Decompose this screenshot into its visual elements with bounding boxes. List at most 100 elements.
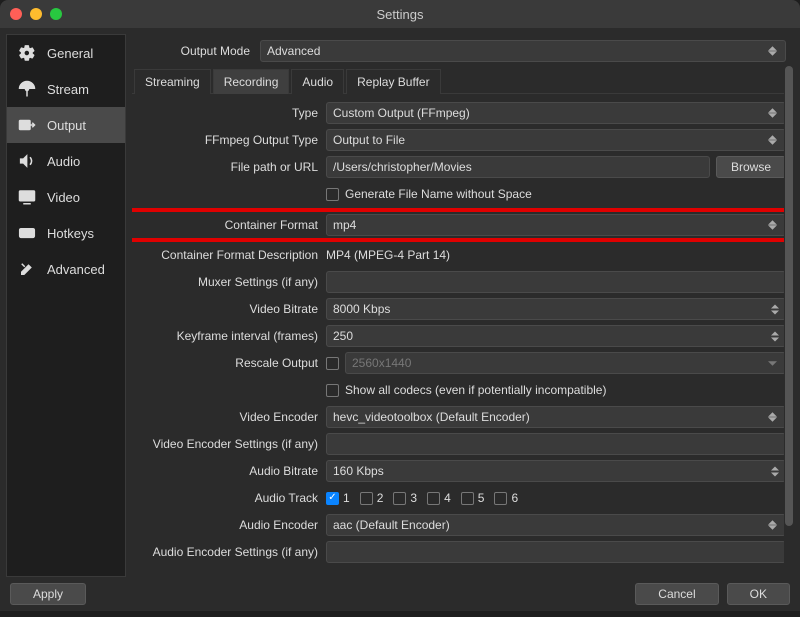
footer: Apply Cancel OK (0, 577, 800, 611)
sidebar-item-general[interactable]: General (7, 35, 125, 71)
row-video-encoder: Video Encoder hevc_videotoolbox (Default… (134, 406, 786, 428)
row-audio-enc-settings: Audio Encoder Settings (if any) (134, 541, 786, 563)
ffmpeg-output-type-select[interactable]: Output to File (326, 129, 786, 151)
sidebar-item-hotkeys[interactable]: Hotkeys (7, 215, 125, 251)
chevron-updown-icon (765, 46, 779, 56)
row-type: Type Custom Output (FFmpeg) (134, 102, 786, 124)
row-muxer: Muxer Settings (if any) (134, 271, 786, 293)
chevron-updown-icon (765, 520, 779, 530)
sidebar-item-output[interactable]: Output (7, 107, 125, 143)
chevron-down-icon (765, 361, 779, 366)
rescale-select[interactable]: 2560x1440 (345, 352, 786, 374)
tab-recording[interactable]: Recording (213, 69, 290, 94)
sidebar-item-audio[interactable]: Audio (7, 143, 125, 179)
row-container-desc: Container Format Description MP4 (MPEG-4… (134, 244, 786, 266)
audio-track-group: 1 2 3 4 5 6 (326, 491, 518, 505)
audio-track-3-checkbox[interactable] (393, 492, 406, 505)
chevron-updown-icon (765, 135, 779, 145)
sidebar-item-label: Audio (47, 154, 80, 169)
video-bitrate-input[interactable]: 8000 Kbps (326, 298, 786, 320)
row-ffmpeg-output-type: FFmpeg Output Type Output to File (134, 129, 786, 151)
gear-icon (17, 43, 37, 63)
scrollbar[interactable] (784, 66, 794, 577)
stepper-icon (771, 331, 779, 342)
output-mode-value: Advanced (267, 44, 320, 58)
show-codecs-checkbox[interactable] (326, 384, 339, 397)
audio-encoder-select[interactable]: aac (Default Encoder) (326, 514, 786, 536)
output-mode-label: Output Mode (140, 44, 250, 58)
stepper-icon (771, 466, 779, 477)
minimize-window-button[interactable] (30, 8, 42, 20)
maximize-window-button[interactable] (50, 8, 62, 20)
close-window-button[interactable] (10, 8, 22, 20)
keyframe-input[interactable]: 250 (326, 325, 786, 347)
sidebar-item-label: General (47, 46, 93, 61)
row-rescale: Rescale Output 2560x1440 (134, 352, 786, 374)
container-format-select[interactable]: mp4 (326, 214, 786, 236)
row-audio-bitrate: Audio Bitrate 160 Kbps (134, 460, 786, 482)
audio-track-4-checkbox[interactable] (427, 492, 440, 505)
sidebar-item-label: Video (47, 190, 80, 205)
tab-replay-buffer[interactable]: Replay Buffer (346, 69, 441, 94)
output-icon (17, 115, 37, 135)
form-area: Type Custom Output (FFmpeg) FFmpeg Outpu… (132, 94, 794, 577)
sidebar-item-label: Advanced (47, 262, 105, 277)
apply-button[interactable]: Apply (10, 583, 86, 605)
row-gen-filename: Generate File Name without Space (134, 183, 786, 205)
audio-track-6-checkbox[interactable] (494, 492, 507, 505)
browse-button[interactable]: Browse (716, 156, 786, 178)
tools-icon (17, 259, 37, 279)
audio-enc-settings-input[interactable] (326, 541, 786, 563)
tab-streaming[interactable]: Streaming (134, 69, 211, 94)
stepper-icon (771, 304, 779, 315)
row-audio-track: Audio Track 1 2 3 4 5 6 (134, 487, 786, 509)
scrollbar-thumb[interactable] (785, 66, 793, 526)
video-enc-settings-input[interactable] (326, 433, 786, 455)
sidebar-item-label: Stream (47, 82, 89, 97)
row-audio-encoder: Audio Encoder aac (Default Encoder) (134, 514, 786, 536)
chevron-updown-icon (765, 220, 779, 230)
muxer-input[interactable] (326, 271, 786, 293)
audio-track-1-checkbox[interactable] (326, 492, 339, 505)
container-desc-value: MP4 (MPEG-4 Part 14) (326, 248, 450, 262)
rescale-checkbox[interactable] (326, 357, 339, 370)
gen-filename-checkbox[interactable] (326, 188, 339, 201)
sidebar: General Stream Output Audio Video (6, 34, 126, 577)
output-tabs: Streaming Recording Audio Replay Buffer (132, 68, 794, 94)
sidebar-item-label: Output (47, 118, 86, 133)
row-show-codecs: Show all codecs (even if potentially inc… (134, 379, 786, 401)
tab-audio[interactable]: Audio (291, 69, 344, 94)
file-path-input[interactable]: /Users/christopher/Movies (326, 156, 710, 178)
video-encoder-select[interactable]: hevc_videotoolbox (Default Encoder) (326, 406, 786, 428)
audio-track-2-checkbox[interactable] (360, 492, 373, 505)
content: General Stream Output Audio Video (0, 28, 800, 577)
row-video-enc-settings: Video Encoder Settings (if any) (134, 433, 786, 455)
chevron-updown-icon (765, 412, 779, 422)
type-select[interactable]: Custom Output (FFmpeg) (326, 102, 786, 124)
output-mode-select[interactable]: Advanced (260, 40, 786, 62)
chevron-updown-icon (765, 108, 779, 118)
main-panel: Output Mode Advanced Streaming Recording… (132, 34, 794, 577)
sidebar-item-label: Hotkeys (47, 226, 94, 241)
ok-button[interactable]: OK (727, 583, 790, 605)
traffic-lights (10, 8, 62, 20)
output-mode-row: Output Mode Advanced (132, 34, 794, 68)
sidebar-item-stream[interactable]: Stream (7, 71, 125, 107)
speaker-icon (17, 151, 37, 171)
audio-bitrate-input[interactable]: 160 Kbps (326, 460, 786, 482)
cancel-button[interactable]: Cancel (635, 583, 718, 605)
gen-filename-label: Generate File Name without Space (345, 187, 532, 201)
audio-track-5-checkbox[interactable] (461, 492, 474, 505)
title-bar: Settings (0, 0, 800, 28)
row-container-format: Container Format mp4 (132, 210, 790, 240)
row-file-path: File path or URL /Users/christopher/Movi… (134, 156, 786, 178)
keyboard-icon (17, 223, 37, 243)
sidebar-item-advanced[interactable]: Advanced (7, 251, 125, 287)
window-title: Settings (377, 7, 424, 22)
sidebar-item-video[interactable]: Video (7, 179, 125, 215)
monitor-icon (17, 187, 37, 207)
row-video-bitrate: Video Bitrate 8000 Kbps (134, 298, 786, 320)
show-codecs-label: Show all codecs (even if potentially inc… (345, 383, 606, 397)
row-keyframe: Keyframe interval (frames) 250 (134, 325, 786, 347)
broadcast-icon (17, 79, 37, 99)
